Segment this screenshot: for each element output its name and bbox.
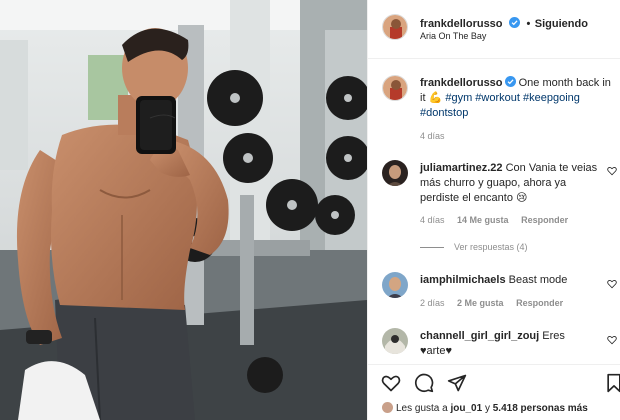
hashtag-dontstop[interactable]: #dontstop (420, 107, 468, 119)
verified-badge-icon (504, 76, 516, 87)
caption-time: 4 días (420, 131, 445, 141)
comment-heart-icon[interactable] (607, 166, 617, 176)
comment-heart-icon[interactable] (607, 335, 617, 345)
gym-selfie-image (0, 0, 367, 420)
comment-likes[interactable]: 14 Me gusta (457, 215, 509, 225)
comment-text-block: juliamartinez.22 Con Vania te veias más … (420, 161, 598, 206)
likes-summary: Les gusta a jou_01 y 5.418 personas más (382, 402, 588, 414)
caption: frankdellorusso One month back in it 💪 #… (420, 76, 612, 121)
save-icon[interactable] (604, 373, 620, 393)
comment-text-block: channell_girl_girl_zouj Eres ♥arte♥ (420, 329, 598, 359)
author-avatar[interactable] (382, 14, 408, 40)
post-header: frankdellorusso • Siguiendo Aria On The … (368, 0, 620, 59)
hashtag-keepgoing[interactable]: #keepgoing (523, 92, 580, 104)
share-icon[interactable] (447, 373, 467, 393)
author-username[interactable]: frankdellorusso (420, 18, 503, 30)
like-icon[interactable] (381, 373, 401, 393)
comment-time: 2 días (420, 298, 445, 308)
replies-line (420, 247, 444, 249)
comment-username[interactable]: juliamartinez.22 (420, 162, 503, 174)
caption-emoji: 💪 (428, 92, 443, 104)
view-replies-label: Ver respuestas (4) (454, 242, 528, 252)
comment-username[interactable]: channell_girl_girl_zouj (420, 330, 539, 342)
likes-prefix: Les gusta a (396, 403, 448, 414)
comment-text: Beast mode (508, 274, 568, 286)
view-replies[interactable]: Ver respuestas (4) (420, 242, 528, 252)
comment-avatar[interactable] (382, 160, 408, 186)
post-photo[interactable] (0, 0, 367, 420)
caption-username[interactable]: frankdellorusso (420, 77, 503, 89)
comment-username[interactable]: iamphilmichaels (420, 274, 506, 286)
comment-likes[interactable]: 2 Me gusta (457, 298, 504, 308)
comment-meta: 2 días 2 Me gusta Responder (420, 298, 563, 308)
caption-avatar[interactable] (382, 75, 408, 101)
liker-username[interactable]: jou_01 (451, 403, 483, 414)
post-actions-bar: Les gusta a jou_01 y 5.418 personas más (368, 364, 620, 420)
post-detail-panel: frankdellorusso • Siguiendo Aria On The … (367, 0, 620, 420)
likes-count[interactable]: 5.418 personas más (493, 403, 588, 414)
verified-badge-icon (508, 17, 520, 28)
likes-connector: y (484, 403, 490, 414)
comment-text-block: iamphilmichaels Beast mode (420, 273, 598, 288)
reply-button[interactable]: Responder (521, 215, 568, 225)
liker-avatar[interactable] (382, 402, 393, 413)
comment-avatar[interactable] (382, 328, 408, 354)
following-button[interactable]: Siguiendo (535, 18, 588, 30)
comment-heart-icon[interactable] (607, 279, 617, 289)
hashtag-workout[interactable]: #workout (475, 92, 520, 104)
comment-avatar[interactable] (382, 272, 408, 298)
header-separator: • (526, 18, 531, 30)
comment-meta: 4 días 14 Me gusta Responder (420, 215, 568, 225)
hashtag-gym[interactable]: #gym (445, 92, 472, 104)
comment-time: 4 días (420, 215, 445, 225)
comment-emoji: 😢 (516, 192, 528, 204)
comment-icon[interactable] (414, 373, 434, 393)
reply-button[interactable]: Responder (516, 298, 563, 308)
location-link[interactable]: Aria On The Bay (420, 31, 486, 41)
